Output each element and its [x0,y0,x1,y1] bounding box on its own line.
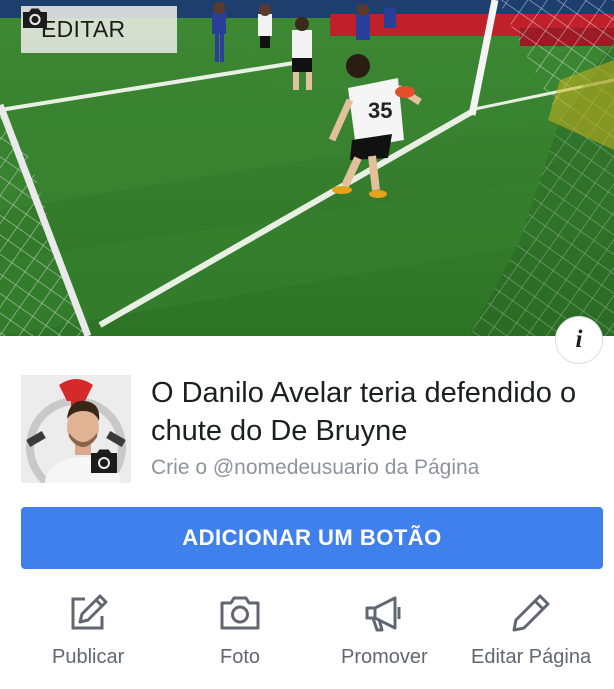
camera-icon [23,8,47,28]
action-publish[interactable]: Publicar [52,592,124,669]
action-label: Foto [219,646,261,668]
action-label: Editar Página [471,646,592,668]
action-label: Promover [341,646,428,668]
add-button-cta[interactable]: ADICIONAR UM BOTÃO [21,507,603,569]
action-label: Publicar [52,646,125,668]
info-icon: i [575,326,583,353]
profile-picture[interactable] [21,375,131,483]
pencil-square-icon [71,594,108,630]
svg-text:35: 35 [368,98,392,123]
action-edit-page[interactable]: Editar Página [471,592,591,669]
pencil-icon [512,594,550,632]
page-title: O Danilo Avelar teria defendido o chute … [151,377,577,447]
cover-photo[interactable]: 35 EDITAR [0,0,614,336]
camera-icon [220,596,260,630]
edit-cover-label: EDITAR [41,16,126,42]
page-actions-bar: Publicar Foto Promover Editar Página [0,592,614,682]
create-username-link[interactable]: Crie o @nomedeusuario da Página [151,456,479,480]
profile-photo [21,375,131,483]
edit-cover-button[interactable]: EDITAR [21,6,177,53]
action-photo[interactable]: Foto [219,592,261,669]
info-button[interactable]: i [555,316,603,364]
action-promote[interactable]: Promover [341,592,428,669]
megaphone-icon [365,596,401,632]
camera-icon[interactable] [91,449,117,474]
